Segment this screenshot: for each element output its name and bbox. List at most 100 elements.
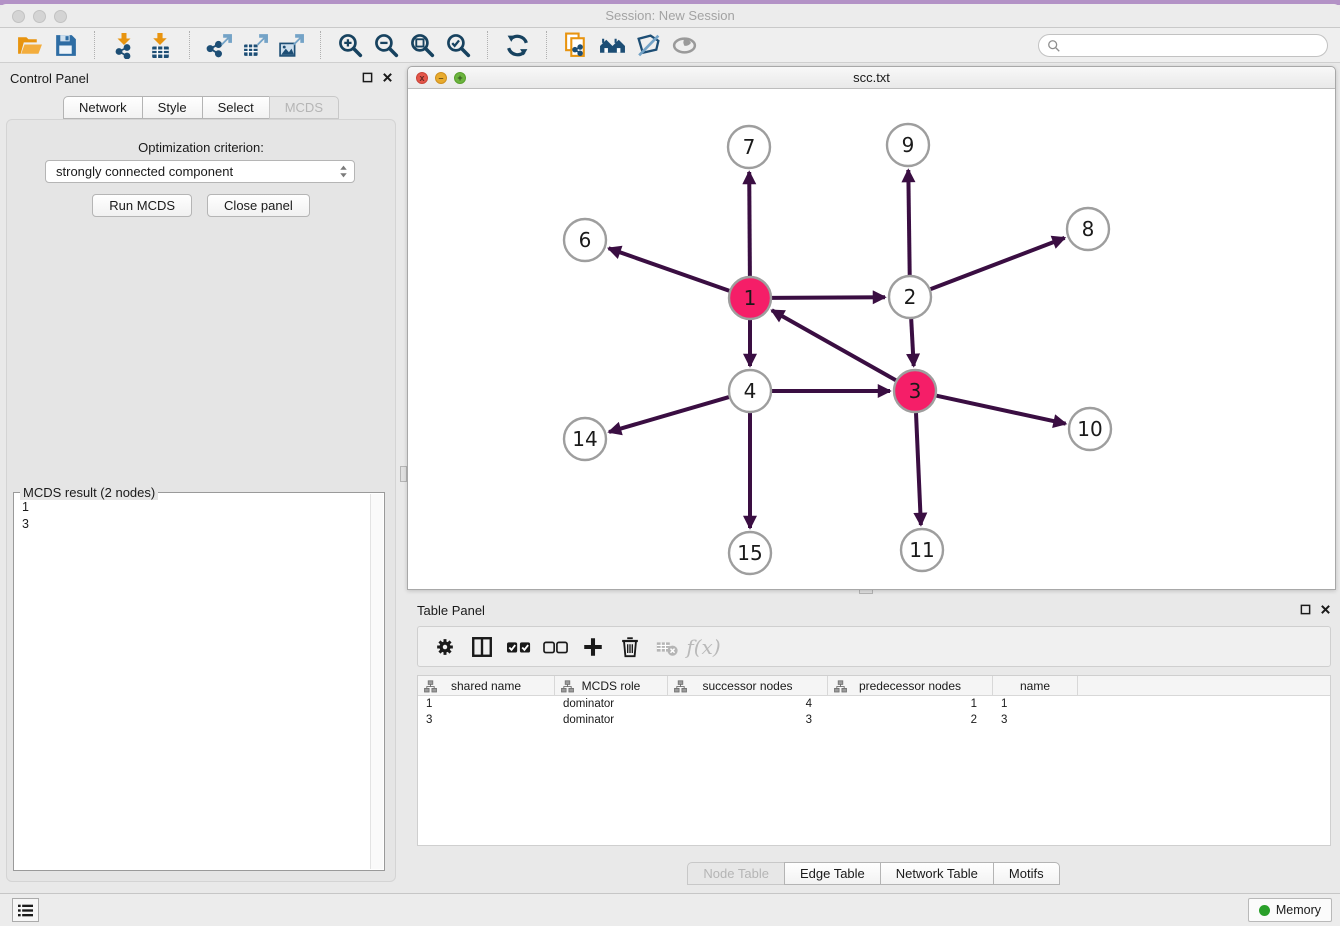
export-network-icon[interactable] [201, 30, 237, 60]
graph-node-label: 4 [744, 379, 757, 403]
graph-node-label: 11 [909, 538, 934, 562]
deselect-all-icon[interactable] [537, 630, 574, 664]
graph-node-15[interactable]: 15 [729, 532, 771, 574]
table-row[interactable]: 3dominator323 [418, 712, 1330, 728]
tab-mcds[interactable]: MCDS [269, 96, 339, 119]
graph-node-6[interactable]: 6 [564, 219, 606, 261]
memory-status-dot [1259, 905, 1270, 916]
close-panel-icon[interactable] [381, 71, 394, 84]
refresh-network-icon[interactable] [499, 30, 535, 60]
graph-node-10[interactable]: 10 [1069, 408, 1111, 450]
column-header-label: MCDS role [582, 679, 641, 693]
add-column-icon[interactable] [574, 630, 611, 664]
open-session-icon[interactable] [11, 30, 47, 60]
column-header-name[interactable]: name [993, 676, 1078, 695]
zoom-out-icon[interactable] [368, 30, 404, 60]
column-header-successor-nodes[interactable]: successor nodes [668, 676, 828, 695]
close-panel-button[interactable]: Close panel [207, 194, 310, 217]
column-header-label: name [1020, 679, 1050, 693]
task-history-button[interactable] [12, 898, 39, 922]
mcds-result-line: 3 [22, 516, 362, 533]
import-network-icon[interactable] [106, 30, 142, 60]
tab-style[interactable]: Style [142, 96, 203, 119]
graph-edge-3-1[interactable] [772, 310, 896, 380]
select-all-icon[interactable] [500, 630, 537, 664]
import-table-icon[interactable] [142, 30, 178, 60]
export-table-icon[interactable] [237, 30, 273, 60]
control-panel: Control Panel NetworkStyleSelectMCDS Opt… [0, 63, 402, 890]
graph-node-3[interactable]: 3 [894, 370, 936, 412]
table-settings-icon[interactable] [426, 630, 463, 664]
column-header-MCDS-role[interactable]: MCDS role [555, 676, 668, 695]
tab-edge-table[interactable]: Edge Table [784, 862, 881, 885]
delete-column-icon[interactable] [611, 630, 648, 664]
graph-node-7[interactable]: 7 [728, 126, 770, 168]
show-columns-icon[interactable] [463, 630, 500, 664]
tab-network-table[interactable]: Network Table [880, 862, 994, 885]
criterion-dropdown[interactable]: strongly connected component [45, 160, 355, 183]
label-visibility-icon[interactable] [630, 30, 666, 60]
graph-node-14[interactable]: 14 [564, 418, 606, 460]
graph-edge-1-7[interactable] [749, 172, 750, 276]
column-header-predecessor-nodes[interactable]: predecessor nodes [828, 676, 993, 695]
graph-edge-3-10[interactable] [937, 396, 1066, 424]
home-view-icon[interactable] [594, 30, 630, 60]
graph-edge-1-2[interactable] [772, 297, 885, 298]
zoom-in-icon[interactable] [332, 30, 368, 60]
graph-edge-3-11[interactable] [916, 413, 921, 525]
table-cell: 4 [668, 696, 828, 712]
column-header-shared-name[interactable]: shared name [418, 676, 555, 695]
tab-network[interactable]: Network [63, 96, 143, 119]
graph-edge-4-14[interactable] [609, 397, 729, 432]
tab-select[interactable]: Select [202, 96, 270, 119]
export-image-icon[interactable] [273, 30, 309, 60]
function-builder-icon[interactable]: f(x) [685, 630, 722, 664]
graph-edge-1-6[interactable] [609, 248, 730, 290]
toolbar-group [546, 31, 713, 59]
mcds-result-scrollbar[interactable] [370, 494, 383, 869]
float-panel-icon[interactable] [361, 71, 374, 84]
graph-node-4[interactable]: 4 [729, 370, 771, 412]
tab-motifs[interactable]: Motifs [993, 862, 1060, 885]
zoom-fit-icon[interactable] [404, 30, 440, 60]
zoom-selected-icon[interactable] [440, 30, 476, 60]
table-cell: dominator [555, 696, 668, 712]
search-box[interactable] [1038, 34, 1328, 57]
toolbar-group [487, 31, 546, 59]
graph-edge-2-3[interactable] [911, 319, 914, 366]
control-panel-tabs: NetworkStyleSelectMCDS [0, 96, 402, 119]
graph-node-1[interactable]: 1 [729, 277, 771, 319]
search-input[interactable] [1065, 39, 1319, 53]
main-toolbar [0, 28, 1340, 63]
column-header-label: shared name [451, 679, 521, 693]
graph-node-8[interactable]: 8 [1067, 208, 1109, 250]
mcds-panel: Optimization criterion: strongly connect… [6, 119, 396, 882]
window-title: Session: New Session [0, 8, 1340, 23]
table-cell: 3 [993, 712, 1078, 728]
save-session-icon[interactable] [47, 30, 83, 60]
duplicate-network-icon[interactable] [558, 30, 594, 60]
column-header-label: successor nodes [702, 679, 792, 693]
graph-edge-2-8[interactable] [931, 238, 1065, 289]
vertical-splitter-handle[interactable] [400, 466, 407, 482]
stepper-icon [339, 164, 348, 179]
graph-node-2[interactable]: 2 [889, 276, 931, 318]
network-window-titlebar[interactable]: x – + scc.txt [408, 67, 1335, 89]
delete-table-icon[interactable] [648, 630, 685, 664]
memory-button[interactable]: Memory [1248, 898, 1332, 922]
table-cell: 1 [418, 696, 555, 712]
graph-edge-2-9[interactable] [908, 170, 909, 275]
graph-node-9[interactable]: 9 [887, 124, 929, 166]
table-cell: 3 [668, 712, 828, 728]
table-row[interactable]: 1dominator411 [418, 696, 1330, 712]
graphics-details-icon[interactable] [666, 30, 702, 60]
node-table: shared name MCDS role successor nodes prede… [417, 675, 1331, 846]
close-table-panel-icon[interactable] [1319, 603, 1332, 616]
graph-node-11[interactable]: 11 [901, 529, 943, 571]
graph-node-label: 9 [902, 133, 915, 157]
float-table-panel-icon[interactable] [1299, 603, 1312, 616]
tab-node-table[interactable]: Node Table [687, 862, 785, 885]
mcds-result-line: 1 [22, 499, 362, 516]
network-canvas[interactable]: 1 2 3 4 6 7 8 9 10 11 14 15 [408, 89, 1335, 589]
run-mcds-button[interactable]: Run MCDS [92, 194, 192, 217]
